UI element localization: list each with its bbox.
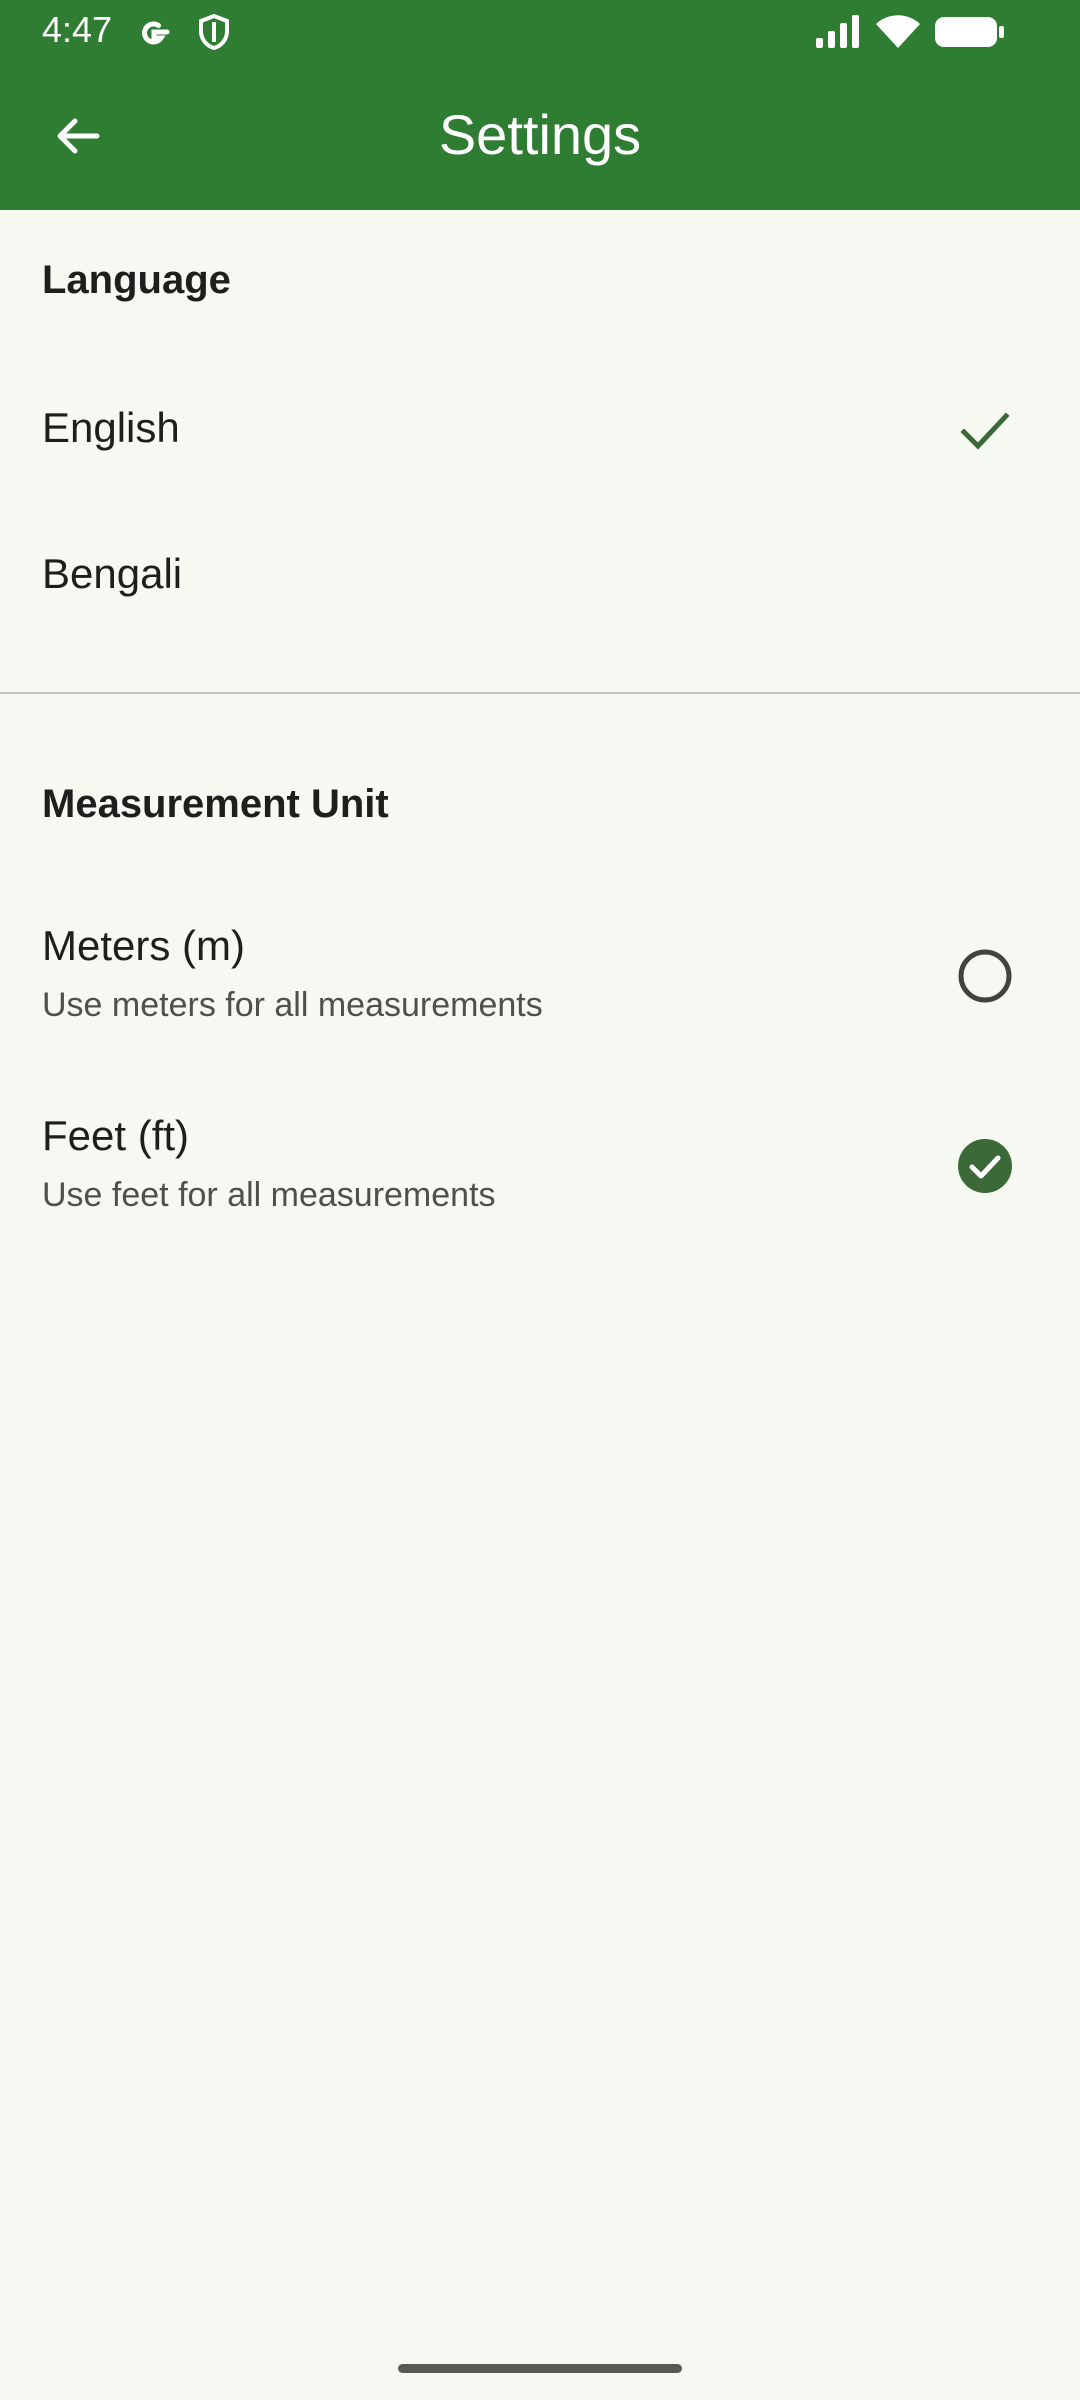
language-section-header: Language (42, 258, 231, 302)
page-title: Settings (438, 103, 642, 166)
measurement-option-label: Feet (ft) (42, 1112, 190, 1159)
radio-unchecked-icon[interactable] (955, 946, 1015, 1006)
wifi-icon (874, 12, 922, 52)
home-indicator[interactable] (398, 2364, 682, 2373)
battery-icon (934, 12, 1006, 52)
shield-icon (194, 12, 234, 52)
status-bar: 4:47 (0, 0, 1080, 62)
radio-checked-icon[interactable] (955, 1136, 1015, 1196)
check-icon (960, 412, 1010, 450)
measurement-option-description: Use meters for all measurements (42, 986, 543, 1024)
signal-icon (814, 12, 862, 52)
measurement-option-meters[interactable]: Meters (m) Use meters for all measuremen… (0, 900, 1080, 1060)
measurement-option-label: Meters (m) (42, 922, 245, 969)
language-option-english[interactable]: English (0, 380, 1080, 480)
language-option-bengali[interactable]: Bengali (0, 526, 1080, 626)
language-option-label: Bengali (42, 550, 183, 597)
measurement-option-description: Use feet for all measurements (42, 1176, 496, 1214)
measurement-section-header: Measurement Unit (42, 782, 389, 826)
language-option-label: English (42, 404, 180, 451)
measurement-option-feet[interactable]: Feet (ft) Use feet for all measurements (0, 1090, 1080, 1250)
section-divider (0, 692, 1080, 694)
app-bar: Settings (0, 62, 1080, 210)
google-icon (134, 12, 174, 52)
status-time: 4:47 (42, 9, 113, 50)
